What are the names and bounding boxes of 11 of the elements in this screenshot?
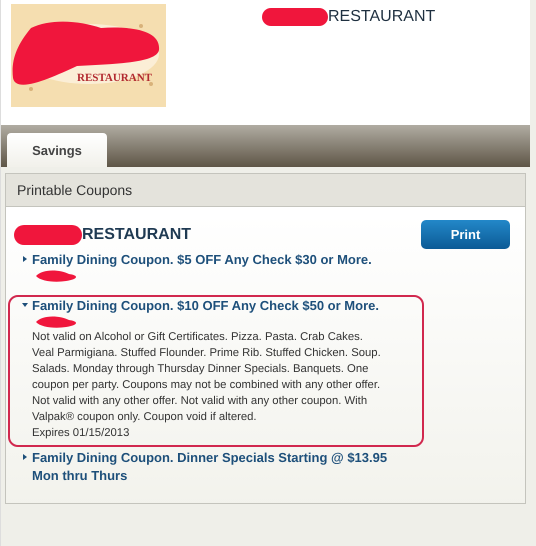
coupon-link[interactable]: Family Dining Coupon. $5 OFF Any Check $30 or More.	[32, 251, 372, 269]
coupon-terms: Not valid on Alcohol or Gift Certificates. Pizza. Pasta. Crab Cakes. Veal Parmigiana. Stuffed Flounder. Prime Rib. Stuffed Chicken. Soup. Salads. Monday through Thursday Dinner Specials. Banquets. One coupon per party. Coupons may not be combined with any other offer. Not valid with any other offer. Not valid with any other coupon. With Valpak® coupon only. Coupon void if altered.	[32, 330, 382, 425]
coupon-link[interactable]: Family Dining Coupon. Dinner Specials Starting @ $13.95 Mon thru Thurs	[32, 449, 416, 485]
print-button[interactable]: Print	[421, 220, 510, 249]
expiry-date: Expires 01/15/2013	[32, 426, 130, 441]
logo-text: RESTAURANT	[77, 72, 152, 84]
business-name: RESTAURANT	[82, 226, 192, 244]
coupon-link[interactable]: Family Dining Coupon. $10 OFF Any Check $50 or More.	[32, 297, 379, 315]
tab[interactable]: Savings	[7, 133, 107, 167]
page-title: RESTAURANT	[328, 8, 436, 26]
panel-title: Printable Coupons	[17, 182, 132, 198]
